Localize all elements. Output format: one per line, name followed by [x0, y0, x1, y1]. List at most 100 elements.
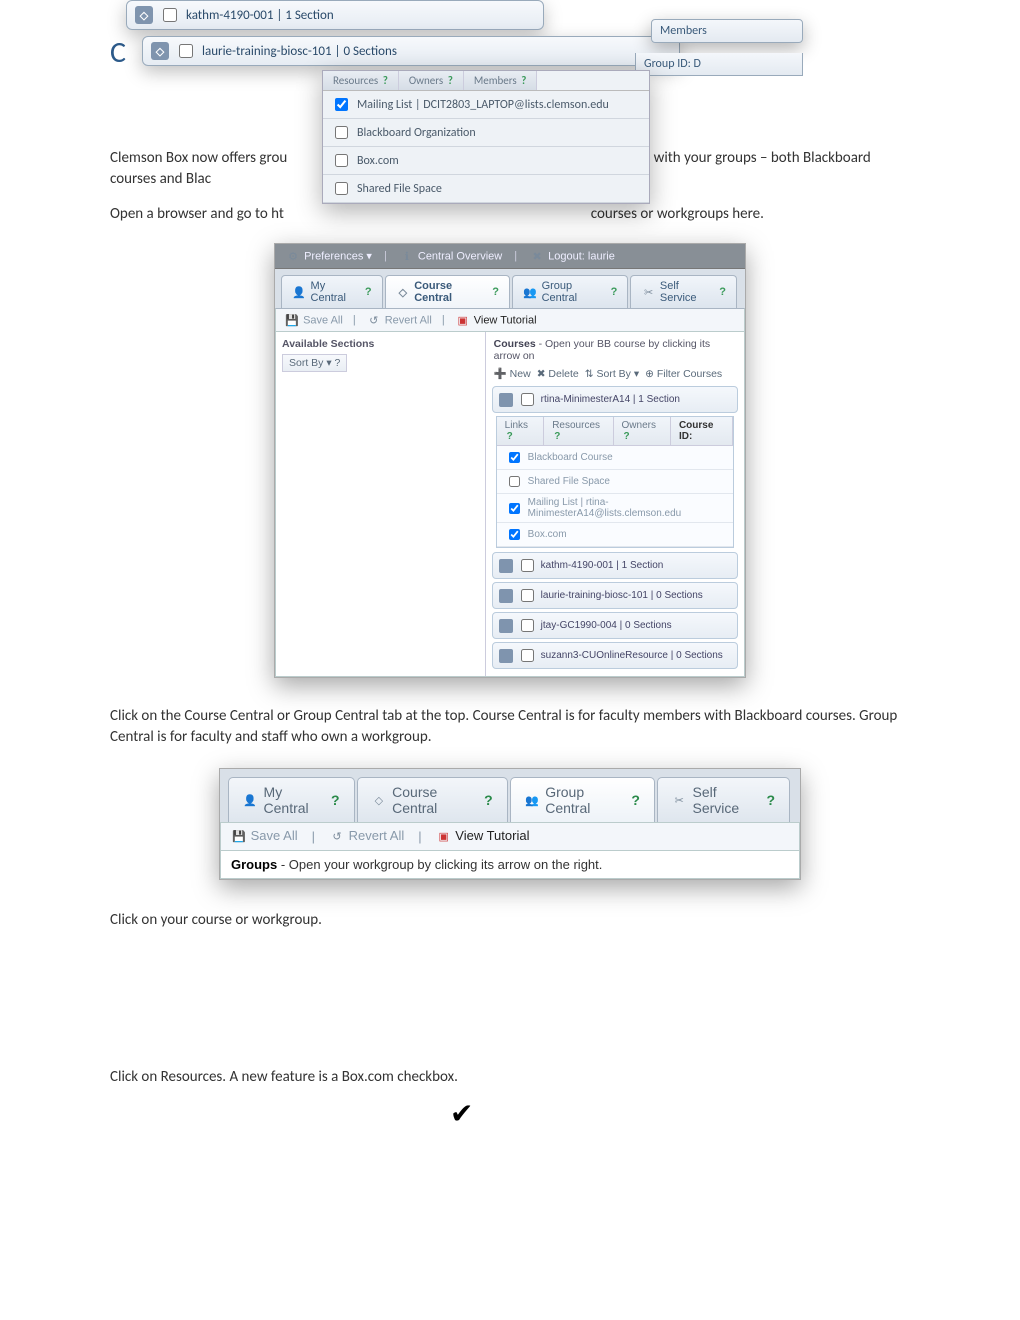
group-id-popout: Group ID: D [635, 53, 803, 76]
members-popout: Members [651, 19, 803, 43]
tab-course-central[interactable]: ◇Course Central? [357, 777, 508, 822]
course-icon [499, 559, 513, 573]
courses-pane: Courses - Open your BB course by clickin… [486, 332, 744, 676]
resource-checkbox[interactable] [335, 154, 348, 167]
course-expand-panel: Links ? Resources ? Owners ? Course ID: … [496, 416, 734, 548]
resource-box[interactable]: Box.com [323, 147, 649, 175]
course-label: suzann3-CUOnlineResource | 0 Sections [541, 650, 723, 661]
resource-blackboard-org[interactable]: Blackboard Organization [323, 119, 649, 147]
tab-my-central[interactable]: 👤My Central? [281, 275, 383, 308]
tab-owners[interactable]: Owners ? [399, 71, 464, 90]
tab-group-central[interactable]: 👥Group Central? [510, 777, 655, 822]
course-row[interactable]: kathm-4190-001 | 1 Section [492, 552, 738, 579]
preferences-link[interactable]: ⚙ Preferences ▾ [285, 248, 372, 264]
revert-all-button[interactable]: ↺ Revert All [329, 828, 404, 845]
tools-icon: ✂ [641, 284, 656, 300]
resource-checkbox[interactable] [335, 126, 348, 139]
help-icon[interactable]: ? [365, 286, 372, 298]
delete-button[interactable]: ✖ Delete [537, 368, 579, 380]
help-icon[interactable]: ? [631, 792, 640, 808]
course-checkbox[interactable] [521, 589, 534, 602]
course-row-open[interactable]: rtina-MinimesterA14 | 1 Section [492, 386, 738, 413]
help-icon[interactable]: ? [554, 431, 560, 442]
course-checkbox[interactable] [521, 649, 534, 662]
available-sections-pane: Available Sections Sort By ▾ ? [276, 332, 486, 676]
resource-checkbox[interactable] [335, 182, 348, 195]
help-icon[interactable]: ? [624, 431, 630, 442]
filter-button[interactable]: ⊕ Filter Courses [645, 368, 722, 380]
course-row[interactable]: suzann3-CUOnlineResource | 0 Sections [492, 642, 738, 669]
course-row[interactable]: laurie-training-biosc-101 | 0 Sections [492, 582, 738, 609]
page-heading-partial: C [110, 34, 126, 71]
tab-owners[interactable]: Owners ? [614, 417, 671, 445]
new-button[interactable]: ➕ New [494, 367, 531, 380]
section-row-laurie[interactable]: ◇ laurie-training-biosc-101 | 0 Sections… [142, 36, 680, 66]
resource-box[interactable]: Box.com [497, 523, 733, 547]
text-fragment: Open a browser and go to ht [110, 205, 284, 223]
revert-all-button[interactable]: ↺ Revert All [366, 312, 432, 328]
resource-label: Blackboard Course [528, 452, 613, 463]
save-all-button[interactable]: 💾 Save All [284, 312, 343, 328]
resource-shared-file-space[interactable]: Shared File Space [323, 175, 649, 203]
resource-checkbox[interactable] [509, 452, 520, 463]
resource-checkbox[interactable] [509, 503, 520, 514]
save-all-button[interactable]: 💾 Save All [231, 828, 298, 845]
tab-self-service[interactable]: ✂Self Service? [630, 275, 737, 308]
course-checkbox[interactable] [521, 393, 534, 406]
help-icon[interactable]: ? [507, 431, 513, 442]
group-icon: 👥 [523, 284, 538, 300]
section-checkbox[interactable] [179, 44, 193, 58]
resource-shared-file-space[interactable]: Shared File Space [497, 470, 733, 494]
view-tutorial-button[interactable]: ▣ View Tutorial [455, 312, 537, 328]
resource-checkbox[interactable] [509, 529, 520, 540]
help-icon[interactable]: ? [611, 286, 618, 298]
central-subtoolbar-large: 💾 Save All | ↺ Revert All | ▣ View Tutor… [220, 822, 800, 851]
help-icon[interactable]: ? [383, 74, 388, 87]
resources-panel: Resources ? Owners ? Members ? Mailing L… [322, 70, 650, 204]
overview-link[interactable]: ℹ Central Overview [399, 248, 502, 264]
view-tutorial-button[interactable]: ▣ View Tutorial [436, 828, 530, 845]
course-icon [499, 393, 513, 407]
groups-info-bar: Groups - Open your workgroup by clicking… [220, 851, 800, 879]
info-icon: ℹ [399, 248, 415, 264]
tab-course-central[interactable]: ◇Course Central? [385, 275, 510, 308]
resource-checkbox[interactable] [335, 98, 348, 111]
tab-links[interactable]: Links ? [497, 417, 545, 445]
revert-icon: ↺ [366, 312, 382, 328]
tab-resources[interactable]: Resources ? [544, 417, 613, 445]
resource-mailing-list[interactable]: Mailing List | DCIT2803_LAPTOP@lists.cle… [323, 91, 649, 119]
resource-bb-course[interactable]: Blackboard Course [497, 446, 733, 470]
tab-self-service[interactable]: ✂Self Service? [657, 777, 790, 822]
help-icon[interactable]: ? [492, 286, 499, 298]
central-tabs: 👤My Central? ◇Course Central? 👥Group Cen… [275, 269, 745, 308]
app-toolbar: ⚙ Preferences ▾ | ℹ Central Overview | ✖… [275, 244, 745, 269]
section-checkbox[interactable] [163, 8, 177, 22]
tab-members[interactable]: Members ? [464, 71, 537, 90]
group-icon: ◇ [151, 42, 169, 60]
tab-resources[interactable]: Resources ? [323, 71, 399, 90]
resource-label: Mailing List | rtina-MinimesterA14@lists… [528, 497, 725, 519]
course-checkbox[interactable] [521, 559, 534, 572]
help-icon[interactable]: ? [448, 74, 453, 87]
logout-link[interactable]: ✖ Logout: laurie [529, 248, 615, 264]
help-icon[interactable]: ? [521, 74, 526, 87]
course-checkbox[interactable] [521, 619, 534, 632]
person-icon: 👤 [243, 792, 258, 808]
save-icon: 💾 [231, 829, 247, 845]
sort-by-button[interactable]: Sort By ▾ ? [282, 354, 347, 372]
sort-button[interactable]: ⇅ Sort By ▾ [585, 368, 639, 380]
post-tabs-paragraph: Click on your course or workgroup. [110, 910, 910, 931]
resource-checkbox[interactable] [509, 476, 520, 487]
tab-my-central[interactable]: 👤My Central? [228, 777, 355, 822]
help-icon[interactable]: ? [766, 792, 775, 808]
course-row[interactable]: jtay-GC1990-004 | 0 Sections [492, 612, 738, 639]
help-icon[interactable]: ? [719, 286, 726, 298]
resource-label: Box.com [528, 529, 567, 540]
resource-mailing-list[interactable]: Mailing List | rtina-MinimesterA14@lists… [497, 494, 733, 523]
save-icon: 💾 [284, 312, 300, 328]
course-icon: ◇ [396, 284, 411, 300]
tab-group-central[interactable]: 👥Group Central? [512, 275, 628, 308]
help-icon[interactable]: ? [331, 792, 340, 808]
section-row-kathm[interactable]: ◇ kathm-4190-001 | 1 Section [126, 0, 544, 30]
help-icon[interactable]: ? [484, 792, 493, 808]
